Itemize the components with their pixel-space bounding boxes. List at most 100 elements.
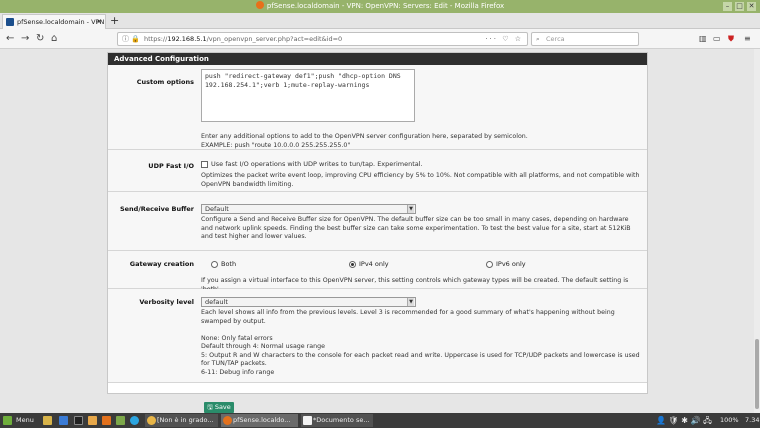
library-icon[interactable]: ▥ [699,34,707,44]
gateway-creation-label: Gateway creation [129,260,194,268]
firefox-icon [255,1,264,9]
taskbar-window-1-label: [Non è in grado... [157,416,214,424]
new-tab-button[interactable]: + [110,14,119,28]
udp-fast-io-row: UDP Fast I/O Use fast I/O operations wit… [108,150,647,192]
custom-options-row: Custom options push "redirect-gateway de… [108,65,647,150]
custom-options-example: EXAMPLE: push "route 10.0.0.0 255.255.25… [201,141,351,149]
tab-bar: pfSense.localdomain - VPN: O ✕ + [0,13,760,29]
calc-icon[interactable] [116,416,125,425]
advanced-configuration-panel: Advanced Configuration Custom options pu… [107,52,648,394]
udp-fast-io-checkbox-label: Use fast I/O operations with UDP writes … [211,160,423,168]
send-receive-buffer-select[interactable]: Default ▼ [201,204,416,214]
file-manager-icon[interactable] [43,416,52,425]
udp-fast-io-label: UDP Fast I/O [148,162,194,170]
window-title: pfSense.localdomain - VPN: OpenVPN: Serv… [266,2,505,10]
firefox-icon[interactable] [102,416,111,425]
url-path: /vpn_openvpn_server.php?act=edit&id=0 [206,35,343,43]
verbosity-level-value: default [205,298,228,306]
tray-icons[interactable]: 👤 🛡 ✱ 🔊 🖧 [656,413,712,428]
url-host: 192.168.5.1 [167,35,207,43]
search-placeholder: Cerca [546,35,565,43]
verbosity-level-label: Verbosity level [139,298,194,306]
taskbar-window-1[interactable]: [Non è in grado... [145,414,218,427]
tab-pfsense[interactable]: pfSense.localdomain - VPN: O ✕ [2,14,106,29]
pfsense-favicon-icon [6,18,14,26]
custom-options-help-text: Enter any additional options to add to t… [201,133,528,140]
url-prefix: https:// [144,35,168,43]
verbosity-line-none: None: Only fatal errors [201,334,273,342]
send-receive-buffer-value: Default [205,205,229,213]
scrollbar[interactable] [754,49,760,413]
minimize-button[interactable]: – [723,2,732,11]
gateway-ipv6-radio[interactable] [486,260,493,268]
close-tab-icon[interactable]: ✕ [96,15,102,29]
gateway-ipv6-label: IPv6 only [496,260,526,268]
start-menu-label: Menu [16,416,34,424]
maximize-button[interactable]: □ [735,2,744,11]
tab-label: pfSense.localdomain - VPN: O [17,18,106,26]
udp-fast-io-help: Optimizes the packet write event loop, i… [201,172,640,188]
close-window-button[interactable]: ✕ [747,2,756,11]
chevron-down-icon: ▼ [407,298,414,306]
verbosity-level-help-text: Each level shows all info from the previ… [201,309,615,325]
udp-fast-io-control: Use fast I/O operations with UDP writes … [201,160,642,169]
send-receive-buffer-help: Configure a Send and Receive Buffer size… [201,216,631,240]
navigation-bar: ← → ↻ ⌂ ⓘ 🔒 https://192.168.5.1/vpn_open… [0,29,760,49]
gateway-ipv4-option[interactable]: IPv4 only [349,260,389,268]
verbosity-line-5: 5: Output R and W characters to the cons… [201,351,640,368]
firefox-icon [223,416,232,425]
gateway-both-option[interactable]: Both [211,260,236,268]
app-launcher-icon[interactable] [59,416,68,425]
folder-icon[interactable] [88,416,97,425]
mint-logo-icon [3,416,12,425]
section-title: Advanced Configuration [108,53,647,65]
search-icon: ⌕ [536,35,540,43]
page-viewport: Advanced Configuration Custom options pu… [0,49,760,413]
telegram-icon[interactable] [130,416,139,425]
ublock-icon[interactable]: ⛊ [728,34,734,44]
clock[interactable]: 7.34 [745,413,759,428]
document-icon [303,416,312,425]
gateway-ipv6-option[interactable]: IPv6 only [486,260,526,268]
gateway-ipv4-label: IPv4 only [359,260,389,268]
search-input[interactable]: ⌕ Cerca [531,32,639,46]
terminal-icon[interactable] [74,416,83,425]
save-icon: 🖫 [207,403,215,411]
url-bar[interactable]: ⓘ 🔒 https://192.168.5.1/vpn_openvpn_serv… [117,32,528,46]
taskbar-window-2-label: pfSense.localdo... [233,416,291,424]
verbosity-line-default: Default through 4: Normal usage range [201,343,325,350]
taskbar-window-2[interactable]: pfSense.localdo... [221,414,298,427]
sidebar-icon[interactable]: ▭ [713,34,721,44]
send-receive-buffer-row: Send/Receive Buffer Default ▼ Configure … [108,192,647,251]
reload-icon[interactable]: ↻ [36,32,44,46]
verbosity-level-row: Verbosity level default ▼ Each level sho… [108,289,647,383]
taskbar-window-3[interactable]: *Documento se... [301,414,373,427]
save-label: Save [214,403,231,411]
save-button[interactable]: 🖫 Save [204,402,234,413]
window-titlebar: pfSense.localdomain - VPN: OpenVPN: Serv… [0,0,760,13]
gateway-both-radio[interactable] [211,260,218,268]
verbosity-level-help: Each level shows all info from the previ… [201,309,642,377]
menu-icon[interactable]: ≡ [744,34,751,44]
battery-level: 100% [720,416,739,424]
gateway-both-label: Both [221,260,237,268]
taskbar-window-3-label: *Documento se... [313,416,370,424]
custom-options-help: Enter any additional options to add to t… [201,133,642,150]
forward-icon[interactable]: → [21,32,29,46]
site-info-icon[interactable]: ⓘ 🔒 [122,33,140,45]
verbosity-level-select[interactable]: default ▼ [201,297,416,307]
home-icon[interactable]: ⌂ [51,32,57,46]
taskbar: Menu [Non è in grado... pfSense.localdo.… [0,413,760,428]
verbosity-line-6-11: 6-11: Debug info range [201,368,275,376]
scrollbar-thumb[interactable] [755,339,759,409]
chevron-down-icon: ▼ [407,205,414,213]
send-receive-buffer-label: Send/Receive Buffer [119,205,194,213]
back-icon[interactable]: ← [6,32,14,46]
custom-options-label: Custom options [136,78,194,86]
custom-options-textarea[interactable]: push "redirect-gateway def1";push "dhcp-… [201,69,415,122]
gateway-creation-row: Gateway creation Both IPv4 only IPv6 onl… [108,251,647,293]
chrome-icon [147,416,156,425]
udp-fast-io-checkbox[interactable] [201,161,208,168]
page-actions-icon[interactable]: ··· ♡ ☆ [485,33,523,45]
gateway-ipv4-radio[interactable] [349,260,356,268]
